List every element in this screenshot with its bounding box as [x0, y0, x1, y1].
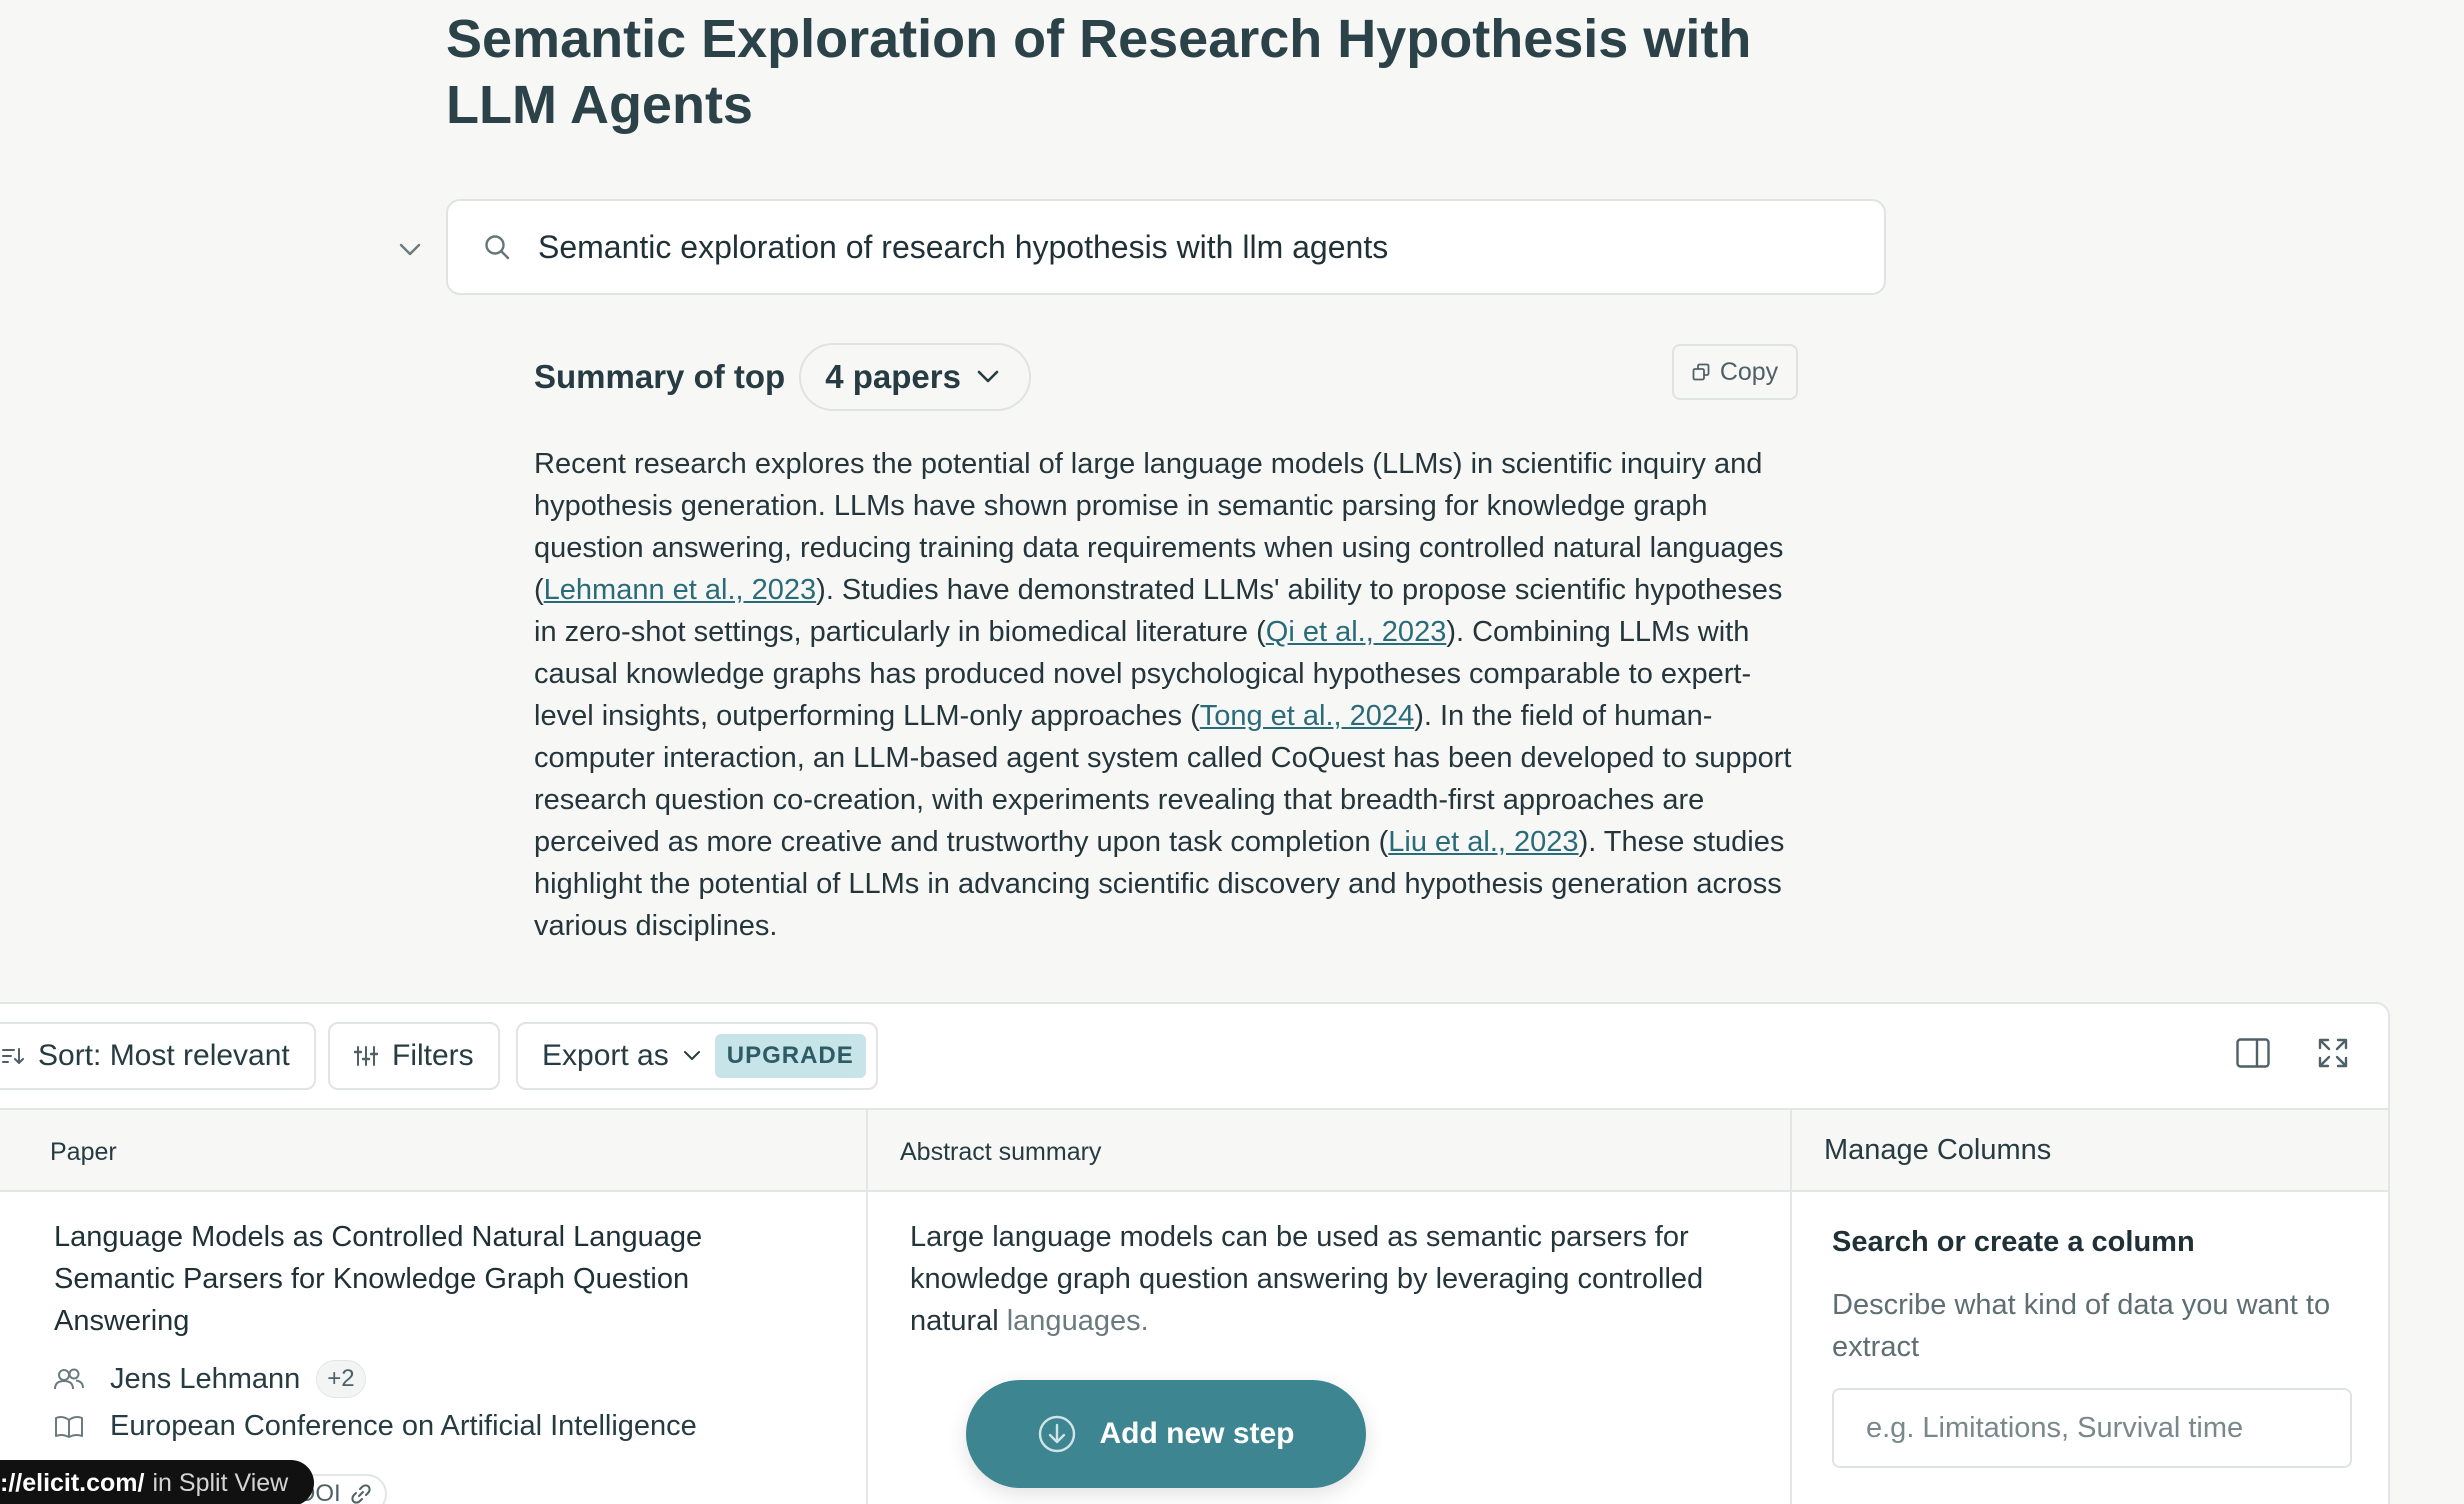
copy-icon: [1692, 363, 1710, 381]
column-search-input[interactable]: [1832, 1388, 2352, 1468]
link-icon: [351, 1484, 371, 1504]
add-new-step-button[interactable]: Add new step: [966, 1380, 1366, 1488]
citation-link-liu[interactable]: Liu et al., 2023: [1388, 826, 1578, 858]
papers-count-label: 4 papers: [825, 358, 961, 395]
page-title: Semantic Exploration of Research Hypothe…: [446, 9, 1752, 135]
arrow-down-circle-icon: [1037, 1414, 1077, 1454]
more-authors-badge[interactable]: +2: [316, 1360, 366, 1398]
summary-paragraph: Recent research explores the potential o…: [534, 443, 1804, 947]
create-column-description: Describe what kind of data you want to e…: [1832, 1289, 2331, 1363]
copy-button[interactable]: Copy: [1672, 344, 1798, 400]
search-box[interactable]: [446, 199, 1886, 295]
collapse-chevron-icon[interactable]: [396, 236, 424, 264]
filters-button[interactable]: Filters: [328, 1022, 500, 1090]
column-divider: [1790, 1108, 1792, 1504]
sort-button[interactable]: Sort: Most relevant: [0, 1022, 316, 1090]
summary-label: Summary of top: [534, 358, 786, 395]
column-header-paper[interactable]: Paper: [50, 1138, 117, 1167]
citation-link-lehmann[interactable]: Lehmann et al., 2023: [544, 574, 816, 606]
split-view-tooltip: ://elicit.com/ in Split View: [0, 1460, 315, 1504]
summary-header: Summary of top 4 papers: [534, 342, 1031, 412]
page: Semantic Exploration of Research Hypothe…: [0, 0, 2464, 1504]
users-icon: [54, 1367, 86, 1391]
abstract-summary-cell: Large language models can be used as sem…: [910, 1216, 1730, 1342]
export-button[interactable]: Export as UPGRADE: [516, 1022, 878, 1090]
citation-link-qi[interactable]: Qi et al., 2023: [1266, 616, 1447, 648]
chevron-down-icon: [683, 1050, 701, 1062]
copy-label: Copy: [1719, 357, 1779, 386]
paper-venue: European Conference on Artificial Intell…: [54, 1410, 697, 1443]
paper-title-link[interactable]: Language Models as Controlled Natural La…: [54, 1216, 754, 1342]
export-label: Export as: [542, 1039, 669, 1072]
abstract-text-faded: languages.: [1006, 1305, 1149, 1337]
tooltip-text: in Split View: [152, 1468, 289, 1497]
papers-count-dropdown[interactable]: 4 papers: [799, 343, 1031, 411]
search-input[interactable]: [538, 228, 1838, 266]
table-header: Paper Abstract summary Manage Columns: [0, 1108, 2388, 1192]
manage-columns-header: Manage Columns: [1824, 1134, 2052, 1166]
column-divider: [866, 1108, 868, 1504]
search-icon: [482, 232, 512, 262]
sliders-icon: [354, 1044, 378, 1068]
sort-label: Sort: Most relevant: [38, 1039, 290, 1072]
tooltip-url: ://elicit.com/: [0, 1468, 145, 1497]
upgrade-badge[interactable]: UPGRADE: [714, 1034, 866, 1078]
book-icon: [54, 1415, 86, 1439]
split-view-icon[interactable]: [2236, 1038, 2270, 1068]
chevron-down-icon: [977, 370, 999, 384]
column-header-abstract[interactable]: Abstract summary: [900, 1138, 1101, 1167]
create-column-title: Search or create a column: [1832, 1226, 2195, 1258]
sort-icon: [2, 1046, 24, 1066]
add-new-step-label: Add new step: [1099, 1417, 1295, 1450]
citation-link-tong[interactable]: Tong et al., 2024: [1200, 700, 1414, 732]
filters-label: Filters: [392, 1039, 474, 1072]
expand-icon[interactable]: [2318, 1038, 2348, 1068]
venue-name: European Conference on Artificial Intell…: [110, 1410, 697, 1442]
paper-authors: Jens Lehmann +2: [54, 1360, 366, 1398]
results-toolbar: Sort: Most relevant Filters Export as UP…: [0, 1004, 2388, 1108]
author-name[interactable]: Jens Lehmann: [110, 1363, 300, 1396]
